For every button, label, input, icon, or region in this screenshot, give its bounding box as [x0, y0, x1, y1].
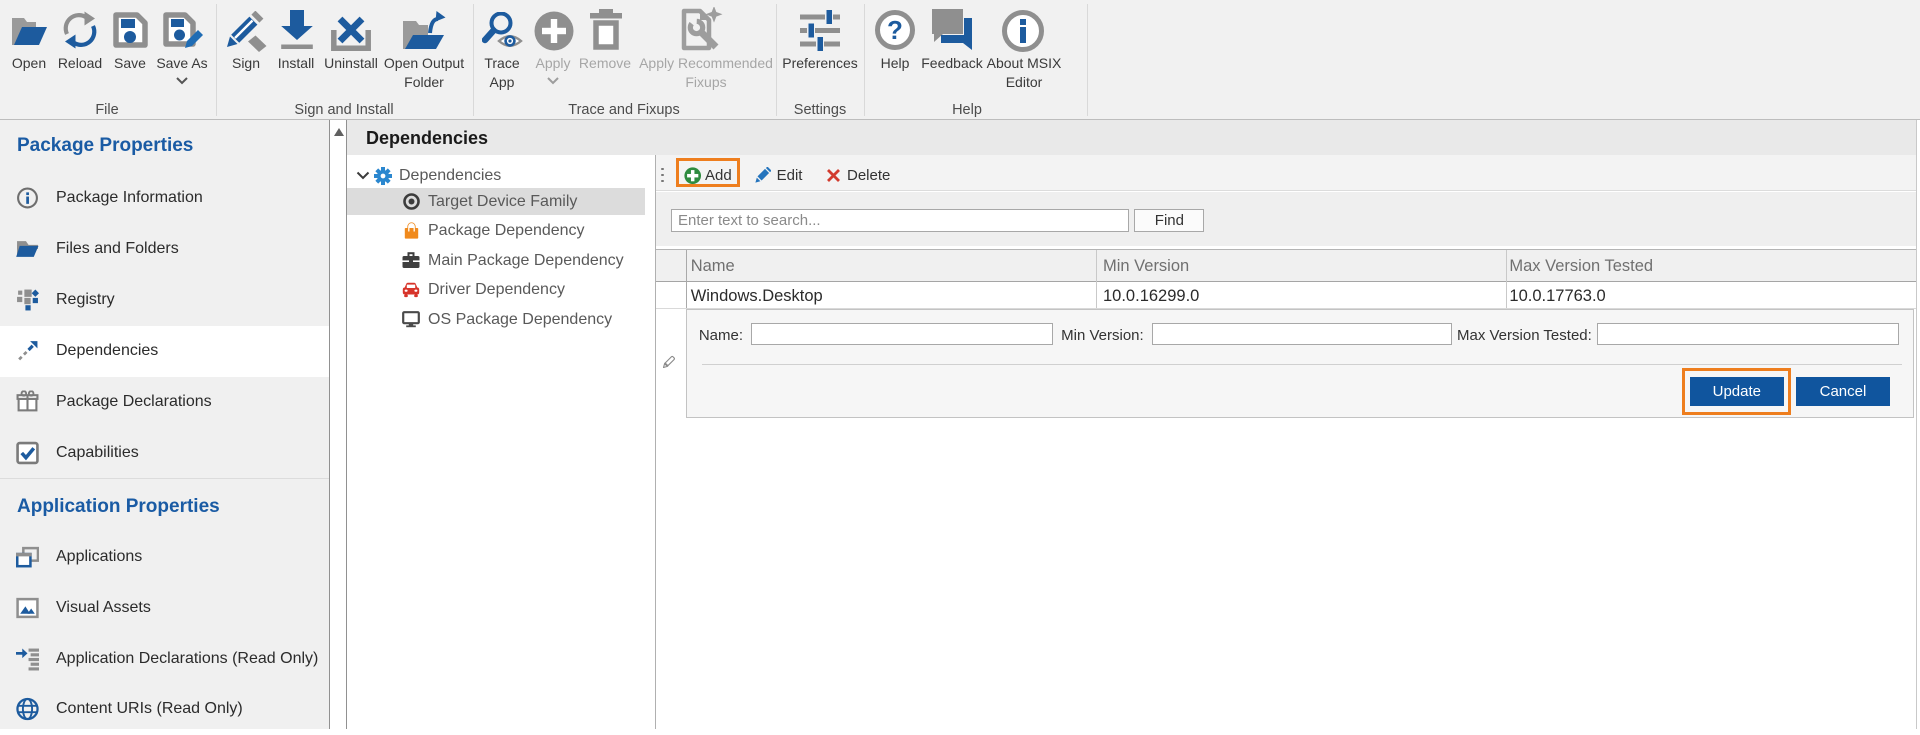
- svg-text:?: ?: [887, 15, 903, 45]
